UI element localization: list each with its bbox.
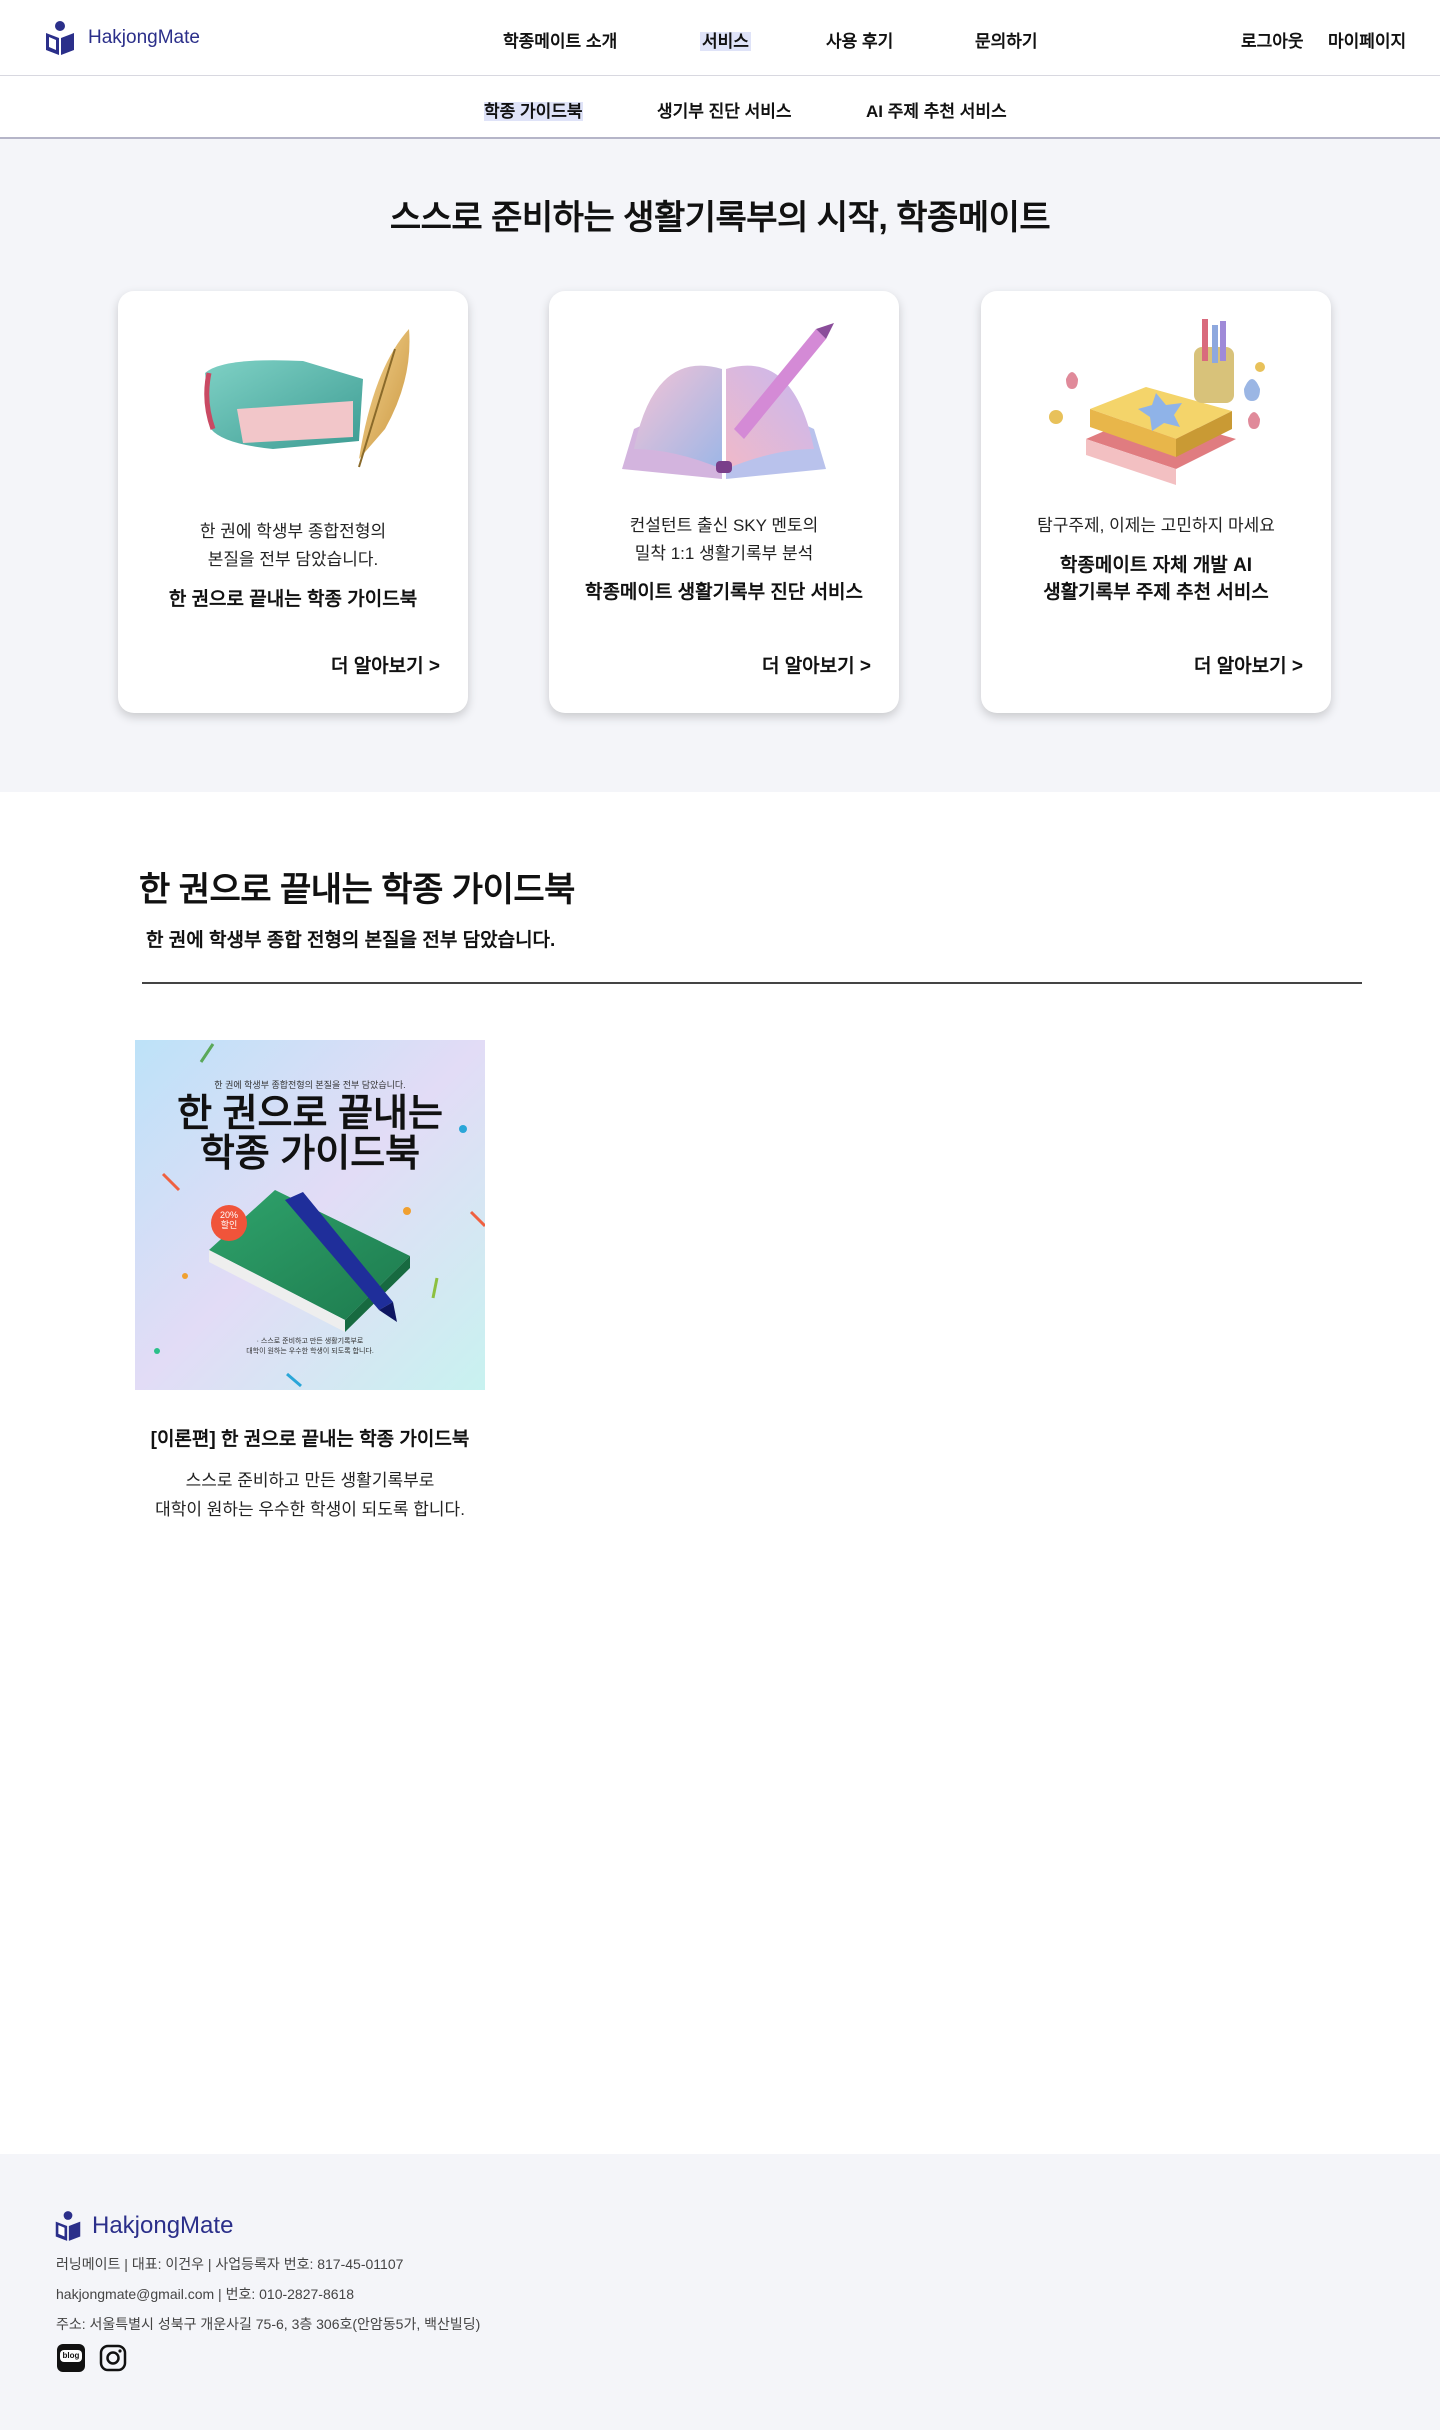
hero-title: 스스로 준비하는 생활기록부의 시작, 학종메이트	[389, 199, 1051, 237]
service-card-ai-topic[interactable]: 탐구주제, 이제는 고민하지 마세요 학종메이트 자체 개발 AI 생활기록부 …	[981, 291, 1331, 713]
logout-link[interactable]: 로그아웃	[1241, 27, 1304, 52]
footer-logo-text: HakjongMate	[92, 2212, 234, 2239]
logo-icon	[46, 21, 74, 55]
product-description: 스스로 준비하고 만든 생활기록부로 대학이 원하는 우수한 학생이 되도록 합…	[135, 1466, 485, 1524]
nav-services[interactable]: 서비스	[700, 27, 751, 52]
cover-top-text: 한 권에 학생부 종합전형의 본질을 전부 담았습니다.	[214, 1080, 406, 1090]
card-title: 한 권으로 끝내는 학종 가이드북	[168, 589, 418, 610]
card-title-line1: 학종메이트 자체 개발 AI	[1059, 555, 1253, 576]
card-desc-line1: 컨설턴트 출신 SKY 멘토의	[629, 516, 819, 535]
product-desc-line2: 대학이 원하는 우수한 학생이 되도록 합니다.	[155, 1500, 465, 1519]
cover-title-line2: 학종 가이드북	[199, 1133, 421, 1175]
footer-address: 주소: 서울특별시 성북구 개운사길 75-6, 3층 306호(안암동5가, …	[56, 2316, 481, 2332]
header: HakjongMate 학종메이트 소개 서비스 사용 후기 문의하기 로그아웃…	[0, 0, 1440, 76]
cover-title-line1: 한 권으로 끝내는	[177, 1093, 443, 1135]
footer-contact-info: hakjongmate@gmail.com | 번호: 010-2827-861…	[56, 2286, 355, 2302]
learn-more-link[interactable]: 더 알아보기 >	[1194, 651, 1303, 678]
book-quill-illustration	[204, 329, 410, 468]
cover-bottom-line1: · 스스로 준비하고 만든 생활기록부로	[256, 1338, 364, 1345]
section-divider	[142, 982, 1362, 984]
subnav-guidebook[interactable]: 학종 가이드북	[484, 97, 583, 122]
instagram-icon[interactable]	[99, 2344, 127, 2372]
mypage-link[interactable]: 마이페이지	[1328, 27, 1406, 52]
logo[interactable]: HakjongMate	[44, 20, 200, 56]
sub-nav: 학종 가이드북 생기부 진단 서비스 AI 주제 추천 서비스	[0, 77, 1440, 139]
discount-label: 할인	[220, 1220, 238, 1230]
blog-icon[interactable]: blog	[57, 2344, 85, 2372]
footer-logo-icon	[55, 2211, 81, 2241]
card-desc-line2: 밀착 1:1 생활기록부 분석	[634, 544, 814, 563]
discount-percent: 20%	[219, 1210, 238, 1220]
instagram-glyph	[99, 2344, 127, 2372]
card-title-line2: 생활기록부 주제 추천 서비스	[1043, 582, 1269, 603]
footer-company-info: 러닝메이트 | 대표: 이건우 | 사업등록자 번호: 817-45-01107	[56, 2256, 404, 2272]
discount-badge: 20% 할인	[211, 1210, 247, 1230]
card-title: 학종메이트 생활기록부 진단 서비스	[584, 582, 864, 603]
product-desc-line1: 스스로 준비하고 만든 생활기록부로	[185, 1471, 435, 1490]
card-desc-line1: 탐구주제, 이제는 고민하지 마세요	[1037, 516, 1275, 535]
nav-contact[interactable]: 문의하기	[975, 27, 1038, 52]
learn-more-link[interactable]: 더 알아보기 >	[331, 651, 440, 678]
logo-text: HakjongMate	[88, 27, 200, 48]
section-subtitle: 한 권에 학생부 종합 전형의 본질을 전부 담았습니다.	[146, 930, 556, 951]
card-desc-line1: 한 권에 학생부 종합전형의	[199, 522, 387, 541]
product-cover-image[interactable]: 한 권에 학생부 종합전형의 본질을 전부 담았습니다. 한 권으로 끝내는 학…	[135, 1040, 485, 1390]
cover-bottom-line2: 대학이 원하는 우수한 학생이 되도록 합니다.	[246, 1348, 374, 1355]
nav-about[interactable]: 학종메이트 소개	[503, 27, 617, 52]
subnav-guidebook-label: 학종 가이드북	[484, 102, 583, 121]
footer-logo[interactable]: HakjongMate	[54, 2210, 233, 2242]
service-card-guidebook[interactable]: 한 권에 학생부 종합전형의 본질을 전부 담았습니다. 한 권으로 끝내는 학…	[118, 291, 468, 713]
books-pencil-cup-illustration	[1049, 319, 1265, 485]
subnav-ai-topic[interactable]: AI 주제 추천 서비스	[866, 97, 1007, 122]
card-desc-line2: 본질을 전부 담았습니다.	[207, 550, 379, 569]
section-title: 한 권으로 끝내는 학종 가이드북	[139, 871, 575, 909]
subnav-diagnosis[interactable]: 생기부 진단 서비스	[657, 97, 792, 122]
open-book-pencil-illustration	[622, 323, 834, 479]
blog-icon-label: blog	[60, 2350, 82, 2362]
nav-reviews[interactable]: 사용 후기	[826, 27, 893, 52]
product-title[interactable]: [이론편] 한 권으로 끝내는 학종 가이드북	[135, 1424, 485, 1451]
nav-services-label: 서비스	[700, 32, 751, 51]
learn-more-link[interactable]: 더 알아보기 >	[762, 651, 871, 678]
service-card-diagnosis[interactable]: 컨설턴트 출신 SKY 멘토의 밀착 1:1 생활기록부 분석 학종메이트 생활…	[549, 291, 899, 713]
